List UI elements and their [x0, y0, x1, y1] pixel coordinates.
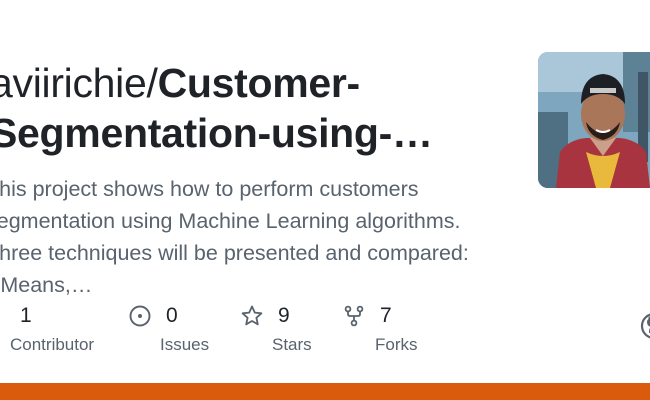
repo-title[interactable]: aviirichie/Customer- Segmentation-using-… — [0, 58, 490, 158]
repo-name-line-2: Segmentation-using-… — [0, 110, 433, 156]
stat-contributors[interactable]: 1 Contributor — [0, 302, 94, 362]
repo-stats: 1 Contributor 0 Issues 9 Stars 7 Forks — [0, 302, 650, 362]
repo-description: This project shows how to perform custom… — [0, 173, 496, 301]
stat-stars[interactable]: 9 Stars — [240, 302, 312, 362]
description-line: KMeans,… — [0, 273, 93, 297]
description-line: segmentation using Machine Learning algo… — [0, 209, 461, 233]
issue-opened-icon — [128, 304, 152, 328]
stat-issues[interactable]: 0 Issues — [128, 302, 209, 362]
stars-label: Stars — [272, 335, 312, 354]
people-icon — [0, 304, 6, 328]
github-logo-icon — [640, 312, 650, 340]
description-line: This project shows how to perform custom… — [0, 177, 419, 201]
language-color-bar — [0, 383, 650, 400]
forks-count: 7 — [380, 304, 392, 327]
avatar-photo — [538, 52, 650, 188]
repo-owner: aviirichie/ — [0, 60, 158, 106]
contributors-count: 1 — [20, 304, 32, 327]
description-line: Three techniques will be presented and c… — [0, 241, 469, 265]
stars-count: 9 — [278, 304, 290, 327]
repo-forked-icon — [342, 304, 366, 328]
contributors-label: Contributor — [10, 335, 95, 354]
issues-count: 0 — [166, 304, 178, 327]
forks-label: Forks — [375, 335, 418, 354]
repo-social-card: aviirichie/Customer- Segmentation-using-… — [0, 0, 650, 400]
star-icon — [240, 304, 264, 328]
owner-avatar[interactable] — [538, 52, 650, 188]
stat-forks[interactable]: 7 Forks — [342, 302, 418, 362]
issues-label: Issues — [160, 335, 210, 354]
repo-name-line-1: Customer- — [157, 60, 361, 106]
